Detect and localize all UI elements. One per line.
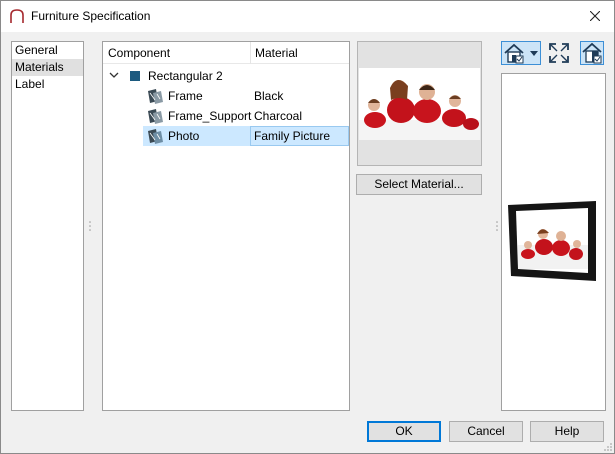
table-row[interactable]: Frame Black — [103, 86, 349, 106]
nav-item-label[interactable]: Label — [12, 76, 83, 93]
section-view-toggle[interactable] — [580, 41, 604, 65]
splitter-grip[interactable] — [89, 220, 91, 234]
house-view-icon — [504, 43, 524, 64]
window-title: Furniture Specification — [31, 9, 151, 23]
column-divider[interactable] — [250, 42, 251, 64]
table-row[interactable]: Frame_Support Charcoal — [103, 106, 349, 126]
chevron-down-icon[interactable] — [109, 69, 119, 81]
splitter-grip[interactable] — [496, 220, 498, 234]
family-picture-image — [359, 68, 480, 140]
close-button[interactable] — [580, 3, 610, 29]
component-name: Frame — [168, 89, 203, 103]
dialog-window: Furniture Specification General Material… — [0, 0, 615, 454]
component-name: Frame_Support — [168, 109, 252, 123]
column-header-material[interactable]: Material — [255, 46, 298, 60]
material-value[interactable]: Charcoal — [254, 109, 302, 123]
close-icon — [589, 10, 601, 22]
3d-preview-panel[interactable] — [501, 73, 606, 411]
tree-group-row[interactable]: Rectangular 2 — [103, 66, 349, 86]
nav-item-materials[interactable]: Materials — [12, 59, 83, 76]
app-logo-icon — [10, 9, 24, 23]
title-bar: Furniture Specification — [1, 1, 614, 32]
category-list: General Materials Label — [11, 41, 84, 411]
ok-button[interactable]: OK — [367, 421, 441, 442]
resize-grip-icon[interactable] — [603, 442, 613, 452]
framed-photo-render — [508, 201, 596, 281]
group-label: Rectangular 2 — [148, 69, 223, 83]
table-row-selected[interactable]: Photo Family Picture — [103, 126, 349, 146]
column-header-component[interactable]: Component — [108, 46, 170, 60]
help-button[interactable]: Help — [530, 421, 604, 442]
material-icon — [148, 89, 163, 104]
dropdown-arrow-icon[interactable] — [530, 51, 538, 57]
component-tree: Component Material Rectangular 2 Frame B… — [102, 41, 350, 411]
view-mode-button[interactable] — [501, 41, 541, 65]
color-swatch — [130, 71, 140, 81]
material-preview — [357, 41, 482, 166]
house-section-icon — [582, 42, 602, 64]
component-name: Photo — [168, 129, 200, 143]
material-value[interactable]: Black — [254, 89, 283, 103]
fit-to-window-button[interactable] — [547, 41, 571, 65]
cancel-button[interactable]: Cancel — [449, 421, 523, 442]
tree-header: Component Material — [103, 42, 349, 64]
material-value[interactable]: Family Picture — [254, 129, 330, 143]
material-icon — [148, 129, 163, 144]
material-icon — [148, 109, 163, 124]
fit-to-window-icon — [549, 43, 569, 63]
nav-item-general[interactable]: General — [12, 42, 83, 59]
select-material-button[interactable]: Select Material... — [356, 174, 482, 195]
